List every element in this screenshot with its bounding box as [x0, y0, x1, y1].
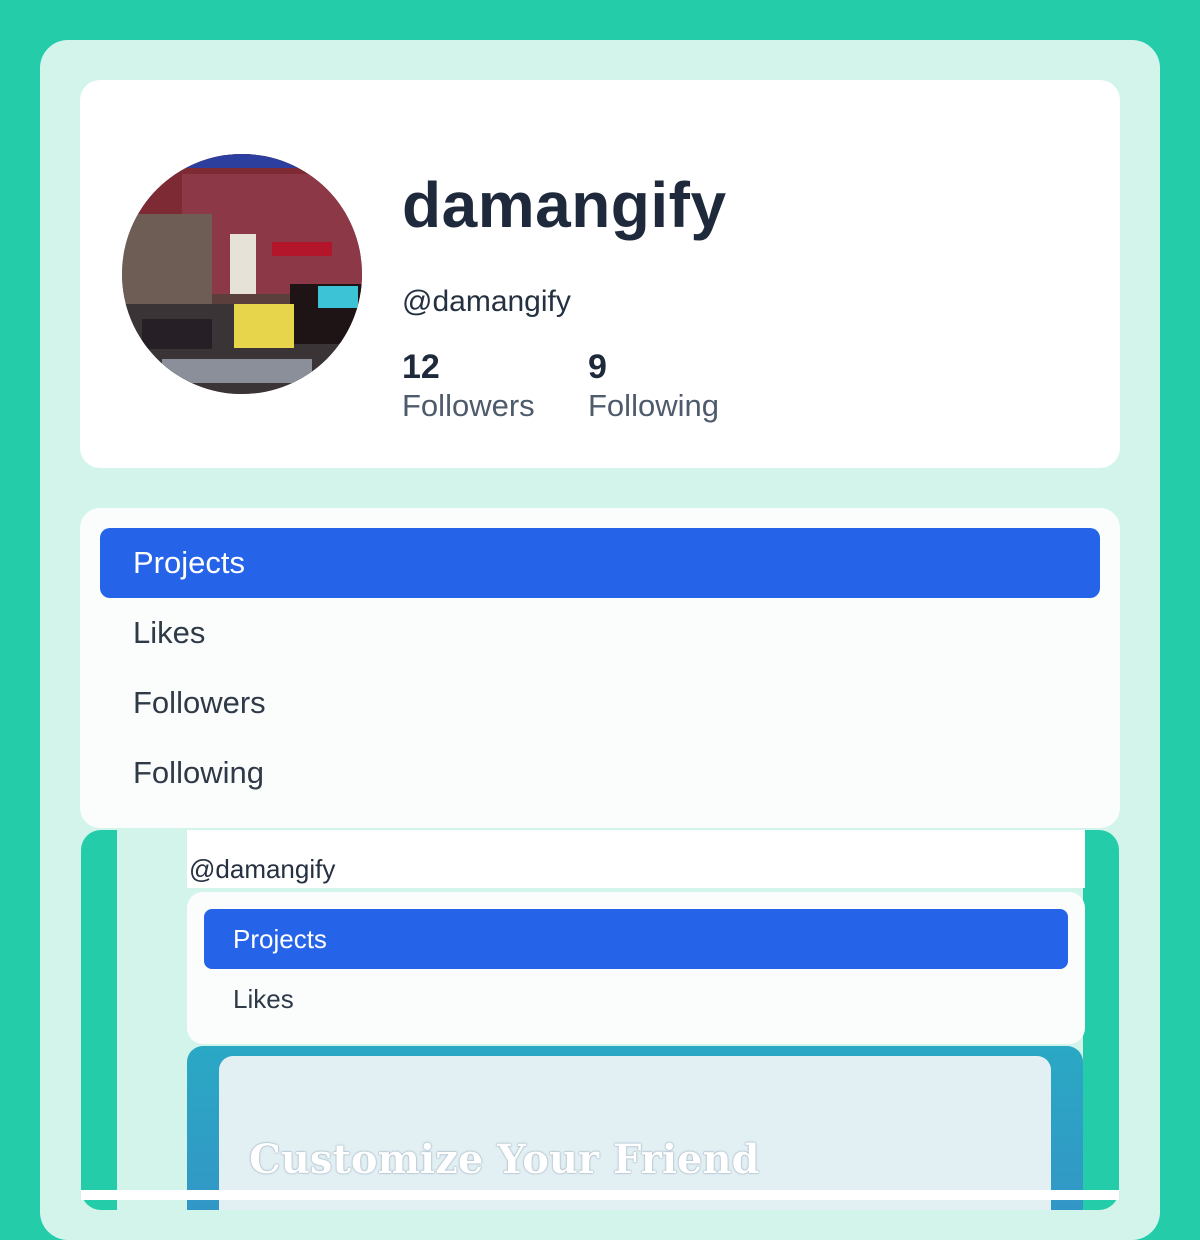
followers-count: 12	[402, 348, 440, 386]
profile-tabs: Projects Likes Followers Following	[80, 508, 1120, 828]
preview-project-title: Customize Your Friend	[249, 1136, 760, 1183]
tab-likes[interactable]: Likes	[100, 598, 1100, 668]
followers-stat[interactable]: 12 Followers	[402, 348, 535, 426]
display-name: damangify	[402, 169, 727, 241]
preview-profile-card: damangify @damangify	[187, 830, 1085, 888]
username-handle: @damangify	[402, 285, 571, 318]
bottom-bar	[81, 1190, 1119, 1200]
preview-tab-projects[interactable]: Projects	[204, 909, 1068, 969]
avatar[interactable]	[122, 154, 362, 394]
preview-tabs: Projects Likes	[187, 892, 1085, 1044]
tab-followers[interactable]: Followers	[100, 668, 1100, 738]
following-stat[interactable]: 9 Following	[588, 348, 719, 426]
preview-tab-likes[interactable]: Likes	[204, 969, 1068, 1029]
avatar-image	[122, 154, 362, 394]
preview-project-card[interactable]: Customize Your Friend	[187, 1046, 1083, 1210]
preview-project-thumbnail: Customize Your Friend	[219, 1056, 1051, 1210]
following-label: Following	[588, 388, 719, 423]
page-preview: damangify @damangify Projects Likes Cust…	[81, 830, 1119, 1210]
preview-shell: damangify @damangify Projects Likes Cust…	[117, 830, 1085, 1210]
tab-following[interactable]: Following	[100, 738, 1100, 808]
preview-handle: @damangify	[189, 854, 336, 884]
tab-projects[interactable]: Projects	[100, 528, 1100, 598]
followers-label: Followers	[402, 388, 535, 423]
profile-card: damangify @damangify 12 Followers 9 Foll…	[80, 80, 1120, 468]
following-count: 9	[588, 348, 607, 386]
